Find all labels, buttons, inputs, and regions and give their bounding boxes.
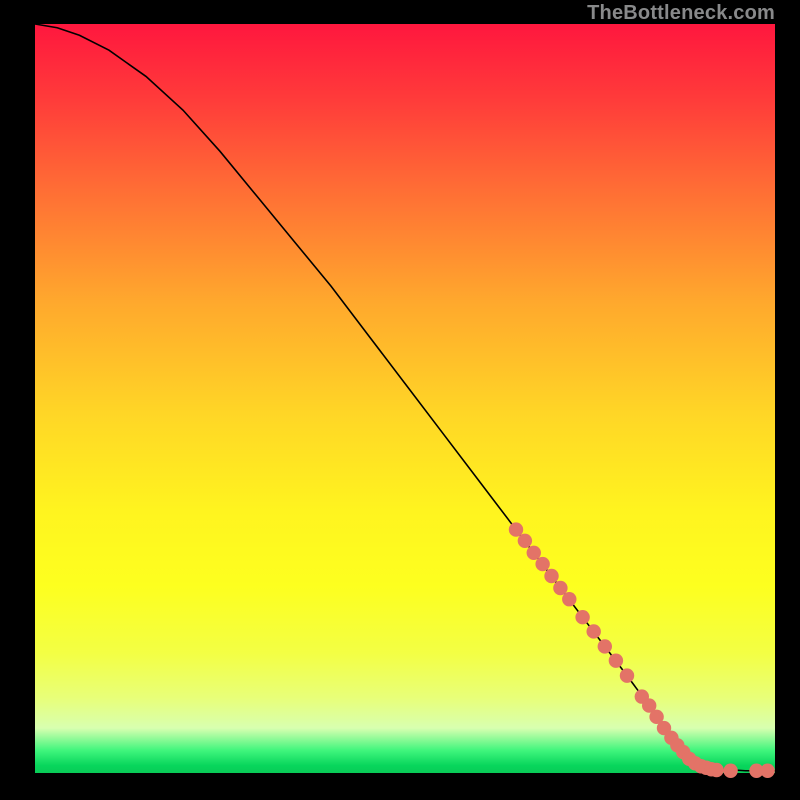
data-marker	[575, 610, 589, 624]
data-markers	[509, 522, 775, 778]
chart-stage: TheBottleneck.com	[0, 0, 800, 800]
data-curve	[35, 24, 775, 771]
data-marker	[598, 639, 612, 653]
data-marker	[609, 653, 623, 667]
data-marker	[527, 546, 541, 560]
data-marker	[620, 668, 634, 682]
data-marker	[518, 534, 532, 548]
data-marker	[562, 592, 576, 606]
data-marker	[544, 569, 558, 583]
data-marker	[535, 557, 549, 571]
data-marker	[760, 764, 774, 778]
plot-area	[35, 24, 775, 773]
data-marker	[587, 624, 601, 638]
data-marker	[509, 522, 523, 536]
data-marker	[709, 763, 723, 777]
data-marker	[553, 581, 567, 595]
watermark-text: TheBottleneck.com	[587, 2, 775, 25]
data-marker	[723, 764, 737, 778]
chart-svg	[35, 24, 775, 773]
